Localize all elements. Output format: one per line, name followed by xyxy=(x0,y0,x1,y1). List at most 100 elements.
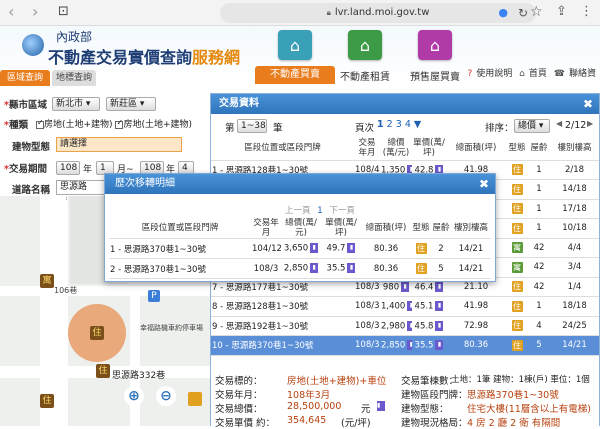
dialog-next[interactable]: 下一頁 xyxy=(329,206,355,216)
map-marker-3[interactable]: 住 xyxy=(40,394,54,408)
back-icon[interactable]: ‹ xyxy=(8,4,14,20)
site-title[interactable]: 不動產交易實價查詢服務網 xyxy=(48,44,240,68)
header-address[interactable]: 區段位置或區段門牌 xyxy=(211,136,354,161)
type-badge: 住 xyxy=(415,263,427,274)
menu-icon[interactable]: ⋮ xyxy=(580,4,593,20)
city-select[interactable]: 新北市 ▾ xyxy=(52,97,100,111)
cell-value: 1 xyxy=(536,164,542,175)
page-1[interactable]: 1 xyxy=(377,119,384,130)
cell-value: 1 xyxy=(536,301,542,312)
dialog-page[interactable]: 1 xyxy=(317,206,322,216)
mic-icon[interactable]: ● xyxy=(498,3,508,23)
layer-icon[interactable] xyxy=(188,392,202,406)
contact-link[interactable]: 聯絡資 xyxy=(569,69,596,79)
panel-close-icon[interactable]: ✖ xyxy=(583,94,593,114)
info-icon[interactable]: ▮ xyxy=(407,301,412,311)
cell-value: 14/18 xyxy=(562,184,587,195)
header-date[interactable]: 交易年月 xyxy=(354,136,380,161)
type-checkbox-2[interactable] xyxy=(115,118,124,129)
info-icon[interactable]: ▮ xyxy=(435,340,444,350)
district-select[interactable]: 新莊區 ▾ xyxy=(106,97,156,111)
info-icon[interactable]: ▮ xyxy=(435,281,444,292)
share-icon[interactable]: ⇪ xyxy=(556,4,567,20)
page-2[interactable]: 2 xyxy=(387,119,393,130)
map-marker-4[interactable]: 寓 xyxy=(40,274,54,288)
from-year-select[interactable]: 108 xyxy=(56,161,80,175)
building-value: 住宅大樓(11層含以上有電梯) xyxy=(467,404,592,415)
unit-value: 354,645 xyxy=(287,415,327,426)
dialog-pager: 上一頁 1 下一頁 xyxy=(285,204,355,216)
star-icon[interactable]: ☆ xyxy=(530,4,543,20)
home-icon: ⌂ xyxy=(519,69,525,79)
sort-select[interactable]: 總價 ▾ xyxy=(514,119,550,133)
page-3[interactable]: 3 xyxy=(396,119,402,130)
zoom-out-icon[interactable]: ⊖ xyxy=(156,386,176,406)
dialog-header-row: 區段位置或區段門牌 交易年月 總價(萬/元) 單價(萬/坪) 總面積(坪) 型態… xyxy=(109,218,491,239)
next-page-icon[interactable]: ▼ xyxy=(414,119,421,130)
dialog-prev[interactable]: 上一頁 xyxy=(285,206,311,216)
info-icon[interactable]: ▮ xyxy=(435,301,444,311)
road-label: 道路名稱 xyxy=(12,185,51,196)
nav-sale[interactable]: 不動產買賣 xyxy=(255,66,335,84)
range-select[interactable]: 1~38 xyxy=(237,119,267,133)
cell-value: 17/18 xyxy=(562,203,587,214)
url-bar[interactable]: 🔒︎ lvr.land.moi.gov.tw ● ↻ xyxy=(220,3,536,23)
info-icon[interactable]: ▮ xyxy=(401,281,410,292)
info-icon[interactable]: ▮ xyxy=(347,243,356,254)
next-icon[interactable]: ▶ xyxy=(587,119,593,128)
cell-type: 住 xyxy=(506,296,528,317)
tab-area-search[interactable]: 區域查詢 xyxy=(0,70,50,86)
tx-target-value: 房地(土地+建物)+車位 xyxy=(287,376,387,387)
type-opt2-label: 房地(土地+建物) xyxy=(123,120,193,130)
type-checkbox-1[interactable] xyxy=(36,118,44,129)
dialog-cell-unit: 49.7 ▮ xyxy=(321,238,361,259)
addr-label: 建物區段門牌： xyxy=(401,390,468,401)
panel-title: 交易資料 xyxy=(219,98,259,109)
dialog-row[interactable]: 2 - 思源路370巷1~30號 108/3 2,850 ▮ 35.5 ▮ 80.36 住 5 1… xyxy=(109,258,491,279)
page-of: 2/12 xyxy=(565,120,587,131)
dialog-row[interactable]: 1 - 思源路370巷1~30號 104/12 3,650 ▮ 49.7 ▮ 80.36 住 2… xyxy=(109,238,491,259)
table-row[interactable]: 8 - 思源路128巷1~30號108/31,400▮45.1▮41.98住11… xyxy=(211,296,599,317)
nav-rent[interactable]: 不動產租賃 xyxy=(325,68,405,83)
dialog-header-age: 屋齡 xyxy=(431,218,451,239)
header-area[interactable]: 總面積(坪) xyxy=(446,136,506,161)
presale-icon[interactable]: ⌂ xyxy=(418,30,452,60)
info-icon[interactable]: ▮ xyxy=(310,263,319,274)
book-icon[interactable]: ⊡ xyxy=(58,4,69,20)
dialog-close-icon[interactable]: ✖ xyxy=(479,174,489,194)
info-icon[interactable]: ▮ xyxy=(407,320,412,331)
type-badge: 寓 xyxy=(511,261,523,273)
table-row[interactable]: 9 - 思源路192巷1~30號108/32,980▮45.8▮72.98住42… xyxy=(211,316,599,336)
building-type-select[interactable]: 請選擇 xyxy=(56,137,182,152)
help-link[interactable]: 使用說明 xyxy=(476,69,512,79)
dialog-header-total: 總價(萬/元) xyxy=(281,218,321,239)
table-row[interactable]: 10 - 思源路370巷1~30號108/32,850▮35.5▮80.36住5… xyxy=(211,335,599,356)
page-4[interactable]: 4 xyxy=(405,119,411,130)
prev-icon[interactable]: ◀ xyxy=(556,119,562,128)
house-rent-icon[interactable]: ⌂ xyxy=(348,30,382,60)
header-floor[interactable]: 樓別樓高 xyxy=(550,136,599,161)
forward-icon[interactable]: › xyxy=(32,4,38,20)
map-road-vertical xyxy=(40,196,68,426)
home-link[interactable]: 首頁 xyxy=(529,69,547,79)
info-icon[interactable]: ▮ xyxy=(407,340,412,350)
header-age[interactable]: 屋齡 xyxy=(528,136,550,161)
dialog-value: 104/12 xyxy=(252,243,281,254)
map-marker-1[interactable]: 住 xyxy=(90,326,104,340)
dialog-value: 2 xyxy=(438,243,444,254)
header-type[interactable]: 型態 xyxy=(506,136,528,161)
tab-landmark-search[interactable]: 地標查詢 xyxy=(52,70,96,86)
info-icon[interactable]: ▮ xyxy=(347,263,356,274)
total-info-icon[interactable]: ▮ xyxy=(377,401,385,411)
header-unit[interactable]: 單價(萬/坪) xyxy=(412,136,446,161)
dialog-value: 1 - 思源路370巷1~30號 xyxy=(110,244,206,255)
zoom-in-icon[interactable]: ⊕ xyxy=(124,386,144,406)
reload-icon[interactable]: ↻ xyxy=(518,3,528,23)
map-marker-2[interactable]: 住 xyxy=(96,364,110,378)
cell-value: 3/4 xyxy=(567,262,582,273)
info-icon[interactable]: ▮ xyxy=(435,320,444,331)
info-icon[interactable]: ▮ xyxy=(310,243,319,254)
house-sale-icon[interactable]: ⌂ xyxy=(278,30,312,60)
header-total[interactable]: 總價(萬/元) xyxy=(380,136,412,161)
city-label: *縣市區域 xyxy=(4,100,47,111)
